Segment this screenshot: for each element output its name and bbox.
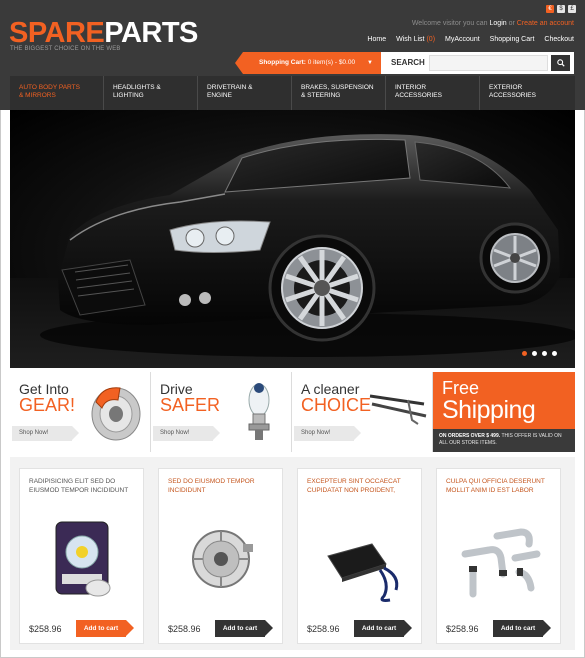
product-card[interactable]: Excepteur sint OCCAECAT CUPIDatat non pr…: [297, 468, 422, 644]
nav-item-exterior[interactable]: EXTERIOR ACCESSORIES: [480, 76, 574, 110]
slider-dots: [522, 351, 557, 356]
product-description[interactable]: Excepteur sint OCCAECAT CUPIDatat non pr…: [307, 477, 419, 495]
product-price: $258.96: [446, 624, 479, 634]
product-description[interactable]: RADIPISICING ELIT sed do eiusmod tempor …: [29, 477, 141, 495]
add-to-cart-button[interactable]: Add to cart: [493, 620, 551, 637]
or-text: or: [508, 20, 515, 27]
nav-item-headlights[interactable]: HEADLIGHTS & LIGHTING: [104, 76, 198, 110]
promo-safer-shop-now-button[interactable]: Shop Now!: [153, 426, 220, 441]
login-link[interactable]: Login: [490, 20, 507, 27]
brake-disc-image: [91, 387, 141, 441]
search-label: SEARCH: [391, 58, 425, 67]
product-description[interactable]: Culpa qui officia DESERUNT MOLLIT ANIM I…: [446, 477, 558, 495]
product-description[interactable]: Sed do eiusmod TEMPOR INCIDIDUNT: [168, 477, 280, 495]
top-link-my-account[interactable]: MyAccount: [445, 36, 480, 43]
add-to-cart-button[interactable]: Add to cart: [215, 620, 273, 637]
cart-summary: 0 item(s) - $0.00: [307, 59, 356, 66]
promo-gear-line2: GEAR!: [19, 395, 76, 415]
cart-label: Shopping Cart:: [259, 59, 306, 66]
promo-choice-line2: CHOICE: [301, 395, 372, 415]
free-shipping-note-bold: ON ORDERS OVER $ 499.: [439, 433, 501, 439]
headlight-bulb-image: [248, 383, 270, 440]
slider-dot-4[interactable]: [552, 351, 557, 356]
hero-car-image: [40, 134, 575, 357]
product-price: $258.96: [168, 624, 201, 634]
promo-choice-shop-now-button[interactable]: Shop Now!: [294, 426, 361, 441]
promo-banners: Get Into GEAR! Shop Now! Drive SAFER Sho…: [10, 372, 575, 452]
product-price: $258.96: [307, 624, 340, 634]
promo-safer-line2: SAFER: [160, 395, 221, 415]
promo-gear[interactable]: Get Into GEAR! Shop Now!: [10, 372, 151, 452]
slider-dot-1[interactable]: [522, 351, 527, 356]
product-image-headlight-bulbs: [55, 521, 111, 597]
nav-item-auto-body-parts[interactable]: AUTO BODY PARTS & MIRRORS: [10, 76, 104, 110]
site-tagline: THE BIGGEST CHOICE ON THE WEB: [10, 46, 121, 52]
wishlist-label: Wish List: [396, 36, 425, 43]
product-card[interactable]: RADIPISICING ELIT sed do eiusmod tempor …: [19, 468, 144, 644]
wishlist-count: (0): [426, 36, 436, 43]
nav-item-interior[interactable]: INTERIOR ACCESSORIES: [386, 76, 480, 110]
welcome-text: Welcome visitor you can: [411, 20, 488, 27]
search-icon: [556, 59, 565, 67]
product-card[interactable]: Culpa qui officia DESERUNT MOLLIT ANIM I…: [436, 468, 561, 644]
add-to-cart-button[interactable]: Add to cart: [354, 620, 412, 637]
free-shipping-line2: Shipping: [442, 396, 536, 424]
promo-gear-shop-now-button[interactable]: Shop Now!: [12, 426, 79, 441]
currency-euro-button[interactable]: €: [546, 5, 554, 13]
search-button[interactable]: [551, 55, 570, 71]
logo-part-parts: PARTS: [104, 17, 198, 49]
free-shipping-banner[interactable]: Free Shipping ON ORDERS OVER $ 499. THIS…: [433, 372, 575, 452]
currency-pound-button[interactable]: £: [568, 5, 576, 13]
promo-safer[interactable]: Drive SAFER Shop Now!: [151, 372, 292, 452]
top-links: Home Wish List (0) MyAccount Shopping Ca…: [367, 36, 574, 43]
nav-item-brakes[interactable]: BRAKES, SUSPENSION & STEERING: [292, 76, 386, 110]
top-link-checkout[interactable]: Checkout: [544, 36, 574, 43]
welcome-message: Welcome visitor you can Login or Create …: [412, 20, 574, 27]
slider-dot-3[interactable]: [542, 351, 547, 356]
search-box: SEARCH: [381, 52, 574, 74]
site-logo[interactable]: SPAREPARTS: [9, 18, 198, 48]
wiper-blade-image: [369, 394, 427, 425]
product-price: $258.96: [29, 624, 62, 634]
top-link-shopping-cart[interactable]: Shopping Cart: [490, 36, 535, 43]
product-image-navigation-device: [327, 543, 399, 602]
product-image-alternator: [192, 530, 253, 588]
featured-products: RADIPISICING ELIT sed do eiusmod tempor …: [10, 457, 575, 650]
free-shipping-note: ON ORDERS OVER $ 499. THIS OFFER IS VALI…: [433, 429, 575, 452]
shopping-cart-bar[interactable]: Shopping Cart: 0 item(s) - $0.00 ▼: [235, 52, 381, 74]
cart-dropdown-icon: ▼: [367, 60, 373, 66]
slider-dot-2[interactable]: [532, 351, 537, 356]
main-navigation: AUTO BODY PARTS & MIRRORS HEADLIGHTS & L…: [10, 76, 575, 110]
nav-item-drivetrain[interactable]: DRIVETRAIN & ENGINE: [198, 76, 292, 110]
create-account-link[interactable]: Create an account: [517, 20, 574, 27]
product-image-exhaust-pipes: [461, 528, 541, 598]
add-to-cart-button[interactable]: Add to cart: [76, 620, 134, 637]
product-card[interactable]: Sed do eiusmod TEMPOR INCIDIDUNT $258.96…: [158, 468, 283, 644]
top-link-home[interactable]: Home: [367, 36, 386, 43]
top-link-wishlist[interactable]: Wish List (0): [396, 36, 435, 43]
search-input[interactable]: [429, 55, 548, 71]
hero-slider[interactable]: [10, 110, 575, 368]
logo-part-spare: SPARE: [9, 17, 105, 49]
promo-choice[interactable]: A cleaner CHOICE Shop Now!: [292, 372, 433, 452]
currency-dollar-button[interactable]: $: [557, 5, 565, 13]
